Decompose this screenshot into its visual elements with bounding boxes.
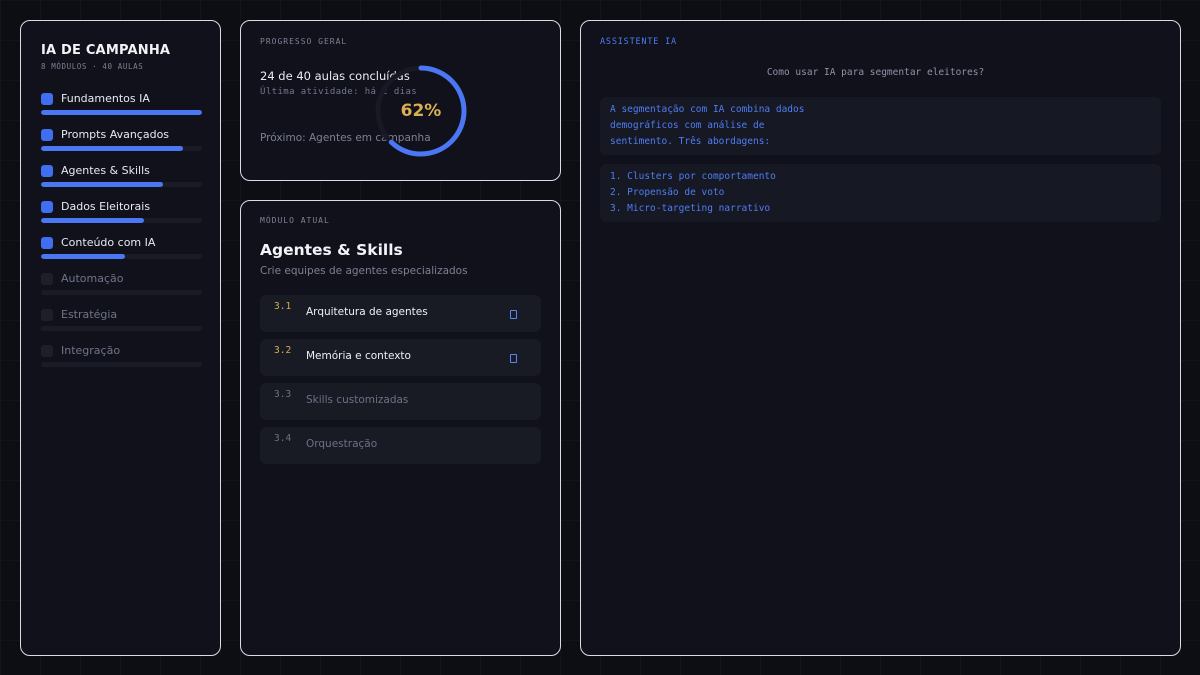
lesson-number: 3.2 xyxy=(274,345,292,356)
completed-status-icon xyxy=(510,354,517,363)
module-progress-fill xyxy=(41,146,183,151)
check-icon xyxy=(41,237,53,249)
module-progress-bar xyxy=(41,362,202,367)
lesson-item-3-4[interactable]: 3.4 Orquestração xyxy=(260,427,541,464)
module-label: Estratégia xyxy=(61,308,118,321)
check-icon xyxy=(41,165,53,177)
ai-assistant-panel: ASSISTENTE IA Como usar IA para segmenta… xyxy=(580,20,1181,656)
assistant-answer: A segmentação com IA combina dados demog… xyxy=(600,97,1161,155)
lock-dot-icon xyxy=(41,273,53,285)
module-item-conteudo-com-ia[interactable]: Conteúdo com IA xyxy=(41,236,202,273)
progress-percent: 62% xyxy=(400,101,442,121)
check-icon xyxy=(41,129,53,141)
lesson-item-3-2[interactable]: 3.2 Memória e contexto xyxy=(260,339,541,376)
user-question: Como usar IA para segmentar eleitores? xyxy=(766,67,985,78)
lesson-number: 3.1 xyxy=(274,301,292,312)
check-icon xyxy=(41,201,53,213)
module-item-estrategia[interactable]: Estratégia xyxy=(41,308,202,345)
module-item-prompts-avancados[interactable]: Prompts Avançados xyxy=(41,128,202,165)
module-progress-fill xyxy=(41,182,164,187)
assistant-answer-list: 1. Clusters por comportamento 2. Propens… xyxy=(600,164,1161,222)
module-progress-fill xyxy=(41,218,145,223)
course-sidebar: IA DE CAMPANHA 8 MÓDULOS · 40 AULAS Fund… xyxy=(20,20,221,656)
lesson-title: Memória e contexto xyxy=(306,350,411,362)
module-item-dados-eleitorais[interactable]: Dados Eleitorais xyxy=(41,200,202,237)
lock-dot-icon xyxy=(41,309,53,321)
check-icon xyxy=(41,93,53,105)
module-subtitle: Crie equipes de agentes especializados xyxy=(260,265,468,277)
module-list: Fundamentos IA Prompts Avançados Agentes… xyxy=(41,92,202,381)
lesson-number: 3.4 xyxy=(274,433,292,444)
current-module-card: MÓDULO ATUAL Agentes & Skills Crie equip… xyxy=(240,200,561,656)
module-label: Fundamentos IA xyxy=(61,92,150,105)
module-label: Agentes & Skills xyxy=(61,164,150,177)
lock-dot-icon xyxy=(41,345,53,357)
module-progress-fill xyxy=(41,110,202,115)
module-label: Automação xyxy=(61,272,124,285)
section-label: PROGRESSO GERAL xyxy=(260,37,348,46)
lesson-title: Orquestração xyxy=(306,438,378,450)
lesson-list: 3.1 Arquitetura de agentes 3.2 Memória e… xyxy=(260,295,541,464)
course-title: IA DE CAMPANHA xyxy=(41,43,171,58)
section-label: MÓDULO ATUAL xyxy=(260,216,330,225)
lesson-item-3-1[interactable]: 3.1 Arquitetura de agentes xyxy=(260,295,541,332)
module-item-automacao[interactable]: Automação xyxy=(41,272,202,309)
module-progress-bar xyxy=(41,218,202,223)
module-title: Agentes & Skills xyxy=(260,241,403,259)
module-label: Conteúdo com IA xyxy=(61,236,156,249)
module-item-integracao[interactable]: Integração xyxy=(41,344,202,381)
module-label: Prompts Avançados xyxy=(61,128,170,141)
module-progress-fill xyxy=(41,254,125,259)
module-label: Integração xyxy=(61,344,121,357)
module-progress-bar xyxy=(41,326,202,331)
overall-progress-card: PROGRESSO GERAL 24 de 40 aulas concluída… xyxy=(240,20,561,181)
completed-status-icon xyxy=(510,310,517,319)
module-label: Dados Eleitorais xyxy=(61,200,151,213)
lesson-number: 3.3 xyxy=(274,389,292,400)
module-item-agentes-skills[interactable]: Agentes & Skills xyxy=(41,164,202,201)
lesson-title: Skills customizadas xyxy=(306,394,409,406)
module-progress-bar xyxy=(41,290,202,295)
course-subtitle: 8 MÓDULOS · 40 AULAS xyxy=(41,62,144,71)
lesson-item-3-3[interactable]: 3.3 Skills customizadas xyxy=(260,383,541,420)
module-item-fundamentos-ia[interactable]: Fundamentos IA xyxy=(41,92,202,129)
module-progress-bar xyxy=(41,182,202,187)
section-label: ASSISTENTE IA xyxy=(600,37,677,47)
module-progress-bar xyxy=(41,110,202,115)
module-progress-bar xyxy=(41,254,202,259)
module-progress-bar xyxy=(41,146,202,151)
lesson-title: Arquitetura de agentes xyxy=(306,306,428,318)
